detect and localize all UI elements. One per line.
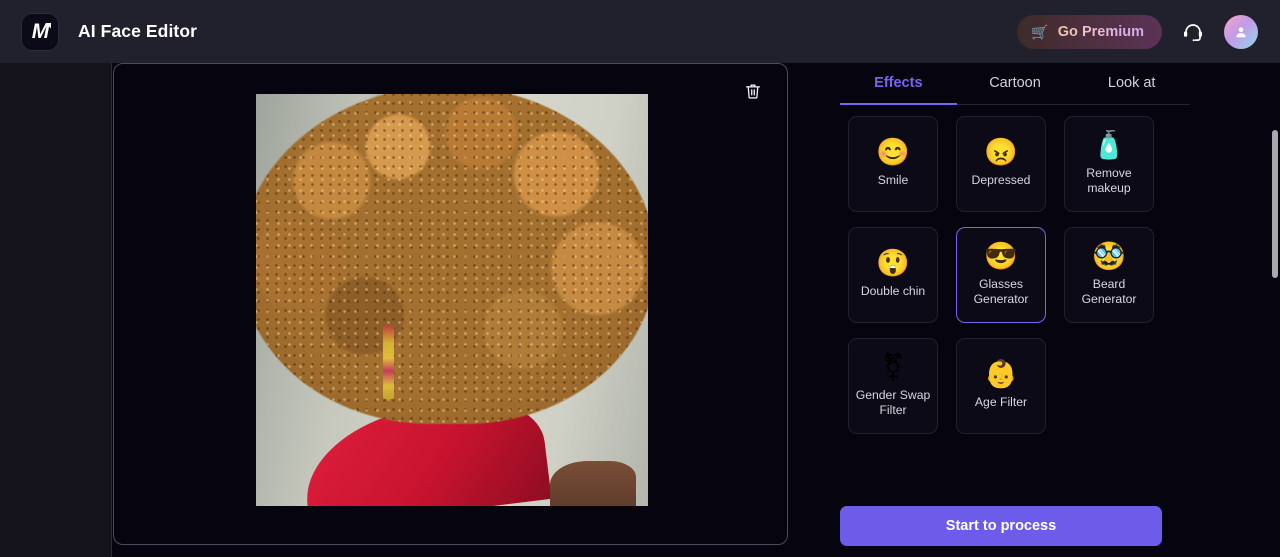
effect-card-beard-generator[interactable]: 🥸 Beard Generator xyxy=(1064,227,1154,323)
effect-card-smile[interactable]: 😊 Smile xyxy=(848,116,938,212)
effect-label: Smile xyxy=(877,173,909,188)
shopping-cart-icon: 🛒 xyxy=(1031,23,1049,40)
portrait-photo xyxy=(256,94,648,506)
effects-grid: 😊 Smile 😠 Depressed 🧴 Remove makeup 😲 Do… xyxy=(848,116,1178,434)
start-to-process-button[interactable]: Start to process xyxy=(840,506,1162,546)
left-sidebar xyxy=(0,63,112,557)
sunglasses-face-icon: 😎 xyxy=(984,240,1018,271)
effect-card-remove-makeup[interactable]: 🧴 Remove makeup xyxy=(1064,116,1154,212)
scrollbar-thumb[interactable] xyxy=(1272,130,1278,278)
image-preview-card xyxy=(113,63,788,545)
header-actions: 🛒 Go Premium xyxy=(1017,14,1258,49)
effect-card-glasses-generator[interactable]: 😎 Glasses Generator xyxy=(956,227,1046,323)
gender-symbols-icon: ⚧ xyxy=(881,351,905,382)
effect-label: Remove makeup xyxy=(1086,165,1132,195)
app-header: M AI Face Editor 🛒 Go Premium xyxy=(0,0,1280,63)
effect-card-depressed[interactable]: 😠 Depressed xyxy=(956,116,1046,212)
effect-label: Depressed xyxy=(971,173,1031,188)
tab-cartoon[interactable]: Cartoon xyxy=(957,63,1074,104)
lotion-bottle-icon: 🧴 xyxy=(1092,129,1126,160)
headset-support-icon[interactable] xyxy=(1180,19,1206,45)
effect-card-double-chin[interactable]: 😲 Double chin xyxy=(848,227,938,323)
app-body: Effects Cartoon Look at 😊 Smile 😠 Depres… xyxy=(0,63,1280,557)
effect-label: Age Filter xyxy=(974,395,1028,410)
effect-card-age-filter[interactable]: 👶 Age Filter xyxy=(956,338,1046,434)
tab-effects-label: Effects xyxy=(874,74,923,91)
effects-panel: Effects Cartoon Look at 😊 Smile 😠 Depres… xyxy=(812,63,1280,557)
logo-glyph: M xyxy=(31,20,49,43)
effect-card-gender-swap-filter[interactable]: ⚧ Gender Swap Filter xyxy=(848,338,938,434)
panel-tabs: Effects Cartoon Look at xyxy=(840,63,1190,105)
effect-label: Gender Swap Filter xyxy=(855,387,931,417)
tab-cartoon-label: Cartoon xyxy=(989,74,1041,91)
go-premium-label: Go Premium xyxy=(1057,23,1144,40)
scrollbar-track[interactable] xyxy=(1271,63,1280,557)
brand: M AI Face Editor xyxy=(22,13,198,50)
avatar[interactable] xyxy=(1224,14,1258,49)
tab-look-at-label: Look at xyxy=(1107,74,1156,91)
angry-face-icon: 😠 xyxy=(984,137,1018,168)
astonished-face-icon: 😲 xyxy=(876,248,910,279)
m-logo-icon: M xyxy=(22,13,58,50)
image-workspace xyxy=(113,63,788,557)
user-avatar-icon xyxy=(1236,26,1246,37)
page-title: AI Face Editor xyxy=(78,21,198,41)
tab-look-at[interactable]: Look at xyxy=(1073,63,1190,104)
effect-label: Double chin xyxy=(860,284,926,299)
go-premium-button[interactable]: 🛒 Go Premium xyxy=(1017,14,1162,49)
mustache-face-icon: 🥸 xyxy=(1092,240,1126,271)
smiling-face-icon: 😊 xyxy=(876,137,910,168)
tab-effects[interactable]: Effects xyxy=(840,63,957,105)
effect-label: Glasses Generator xyxy=(973,276,1029,306)
trash-icon[interactable] xyxy=(741,78,765,104)
baby-face-icon: 👶 xyxy=(984,359,1018,390)
effect-label: Beard Generator xyxy=(1081,276,1137,306)
